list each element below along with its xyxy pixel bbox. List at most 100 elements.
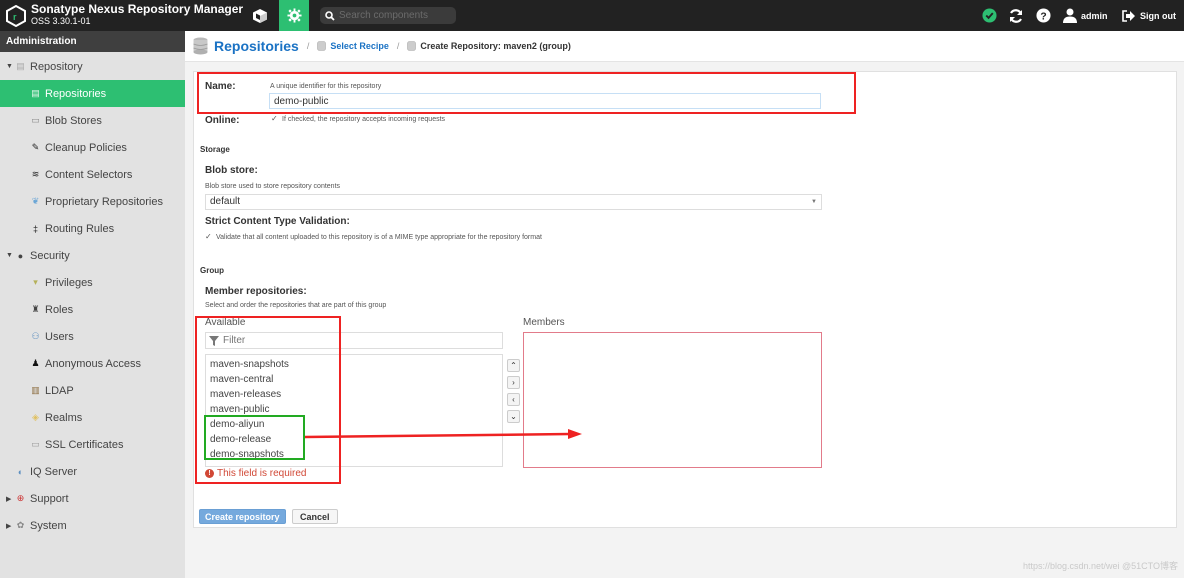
create-repository-button[interactable]: Create repository (199, 509, 286, 524)
breadcrumb-repositories[interactable]: Repositories (214, 38, 299, 54)
search-input[interactable] (339, 10, 449, 21)
chevron-up-icon: ⌃ (510, 361, 517, 370)
caret-down-icon[interactable]: ▼ (6, 63, 15, 70)
username: admin (1081, 10, 1108, 21)
blob-store-label: Blob store: (205, 165, 258, 176)
sidebar-item-label: Security (30, 249, 70, 262)
sidebar-item-label: Proprietary Repositories (45, 195, 163, 208)
sidebar-item-label: Repository (30, 60, 83, 73)
system-status-button[interactable] (982, 0, 997, 31)
brand[interactable]: r Sonatype Nexus Repository Manager OSS … (6, 2, 244, 27)
sidebar-item-iq-server[interactable]: ◐ IQ Server (0, 458, 185, 485)
sidebar-item-label: Blob Stores (45, 114, 102, 127)
search-icon (325, 10, 335, 21)
search-components[interactable] (320, 7, 456, 24)
layers-icon: ≋ (31, 169, 40, 179)
proprietary-icon: ❦ (31, 196, 40, 206)
signpost-icon: ‡ (32, 223, 38, 234)
sidebar: Administration ▼ ▤ Repository ▤ Repositories… (0, 31, 185, 578)
sidebar-item-users[interactable]: ⚇ Users (0, 323, 185, 350)
book-icon: ▥ (31, 385, 40, 395)
sidebar-item-security[interactable]: ▼ ● Security (0, 242, 185, 269)
blob-store-help: Blob store used to store repository cont… (205, 183, 341, 190)
sidebar-item-support[interactable]: ▶ ⊕ Support (0, 485, 185, 512)
database-icon: ▤ (16, 61, 25, 71)
caret-right-icon[interactable]: ▶ (6, 495, 15, 503)
sidebar-item-ssl-certificates[interactable]: ▭ SSL Certificates (0, 431, 185, 458)
sidebar-item-label: Cleanup Policies (45, 141, 127, 154)
strict-validation-label: Strict Content Type Validation: (205, 216, 350, 227)
sidebar-item-label: SSL Certificates (45, 438, 124, 451)
check-circle-icon (982, 8, 997, 23)
sidebar-item-label: Repositories (45, 87, 107, 100)
sidebar-item-label: System (30, 519, 67, 532)
app-title: Sonatype Nexus Repository Manager (31, 2, 244, 16)
sidebar-item-label: Content Selectors (45, 168, 133, 181)
sidebar-item-cleanup-policies[interactable]: ✎ Cleanup Policies (0, 134, 185, 161)
database-icon (193, 37, 208, 55)
breadcrumb: Repositories / Select Recipe / Create Re… (185, 31, 1184, 62)
member-repositories-help: Select and order the repositories that a… (205, 302, 387, 309)
nexus-logo-icon: r (6, 4, 26, 27)
caret-right-icon[interactable]: ▶ (6, 522, 15, 530)
members-list[interactable] (523, 332, 822, 468)
sidebar-item-label: Users (45, 330, 74, 343)
remove-member-button[interactable]: ‹ (507, 393, 520, 406)
sidebar-item-label: Roles (45, 303, 74, 316)
sign-out-button[interactable]: Sign out (1122, 0, 1176, 31)
sidebar-item-blob-stores[interactable]: ▭ Blob Stores (0, 107, 185, 134)
sidebar-item-proprietary-repositories[interactable]: ❦ Proprietary Repositories (0, 188, 185, 215)
sidebar-item-anonymous-access[interactable]: ♟ Anonymous Access (0, 350, 185, 377)
sign-out-icon (1122, 9, 1135, 22)
member-repositories-label: Member repositories: (205, 286, 307, 297)
database-icon: ▤ (31, 88, 40, 98)
move-up-button[interactable]: ⌃ (507, 359, 520, 372)
chevron-right-icon: › (512, 378, 515, 387)
group-section-title: Group (200, 266, 224, 275)
sidebar-item-content-selectors[interactable]: ≋ Content Selectors (0, 161, 185, 188)
breadcrumb-separator: / (306, 41, 310, 51)
sidebar-item-repositories[interactable]: ▤ Repositories (0, 80, 185, 107)
chevron-down-icon: ⌄ (510, 412, 517, 421)
sidebar-item-roles[interactable]: ♜ Roles (0, 296, 185, 323)
drive-icon: ▭ (31, 115, 40, 125)
online-checkbox[interactable]: ✓ If checked, the repository accepts inc… (271, 115, 445, 123)
sidebar-item-label: IQ Server (30, 465, 78, 478)
security-icon: ● (17, 250, 24, 261)
sidebar-item-routing-rules[interactable]: ‡ Routing Rules (0, 215, 185, 242)
help-button[interactable]: ? (1036, 0, 1051, 31)
caret-down-icon[interactable]: ▼ (6, 252, 15, 259)
online-label: Online: (205, 115, 240, 126)
sidebar-item-privileges[interactable]: ▾ Privileges (0, 269, 185, 296)
refresh-button[interactable] (1008, 0, 1024, 31)
cube-icon (253, 8, 267, 23)
user-menu[interactable]: admin (1063, 0, 1108, 31)
sidebar-item-label: Realms (45, 411, 83, 424)
gear-icon (286, 8, 302, 23)
help-icon: ? (1036, 8, 1051, 23)
watermark: https://blog.csdn.net/wei @51CTO博客 (1022, 561, 1178, 571)
breadcrumb-select-recipe[interactable]: Select Recipe (330, 41, 389, 51)
breadcrumb-separator: / (396, 41, 400, 51)
sidebar-item-realms[interactable]: ◈ Realms (0, 404, 185, 431)
blob-store-value: default (210, 196, 241, 207)
blob-store-select[interactable]: default ▼ (205, 194, 822, 210)
checkbox-checked-icon: ✓ (271, 114, 278, 123)
administration-button[interactable] (279, 0, 309, 31)
strict-validation-checkbox[interactable]: ✓ Validate that all content uploaded to … (205, 233, 542, 241)
annotation-demo-repos-highlight (204, 415, 305, 460)
sidebar-item-label: Routing Rules (45, 222, 115, 235)
dropdown-arrow-icon: ▼ (811, 199, 817, 205)
cancel-button[interactable]: Cancel (292, 509, 338, 524)
add-member-button[interactable]: › (507, 376, 520, 389)
chevron-left-icon: ‹ (512, 395, 515, 404)
browse-button[interactable] (248, 0, 272, 31)
move-down-button[interactable]: ⌄ (507, 410, 520, 423)
sidebar-item-repository[interactable]: ▼ ▤ Repository (0, 53, 185, 80)
user-icon (1063, 8, 1077, 23)
sidebar-item-system[interactable]: ▶ ✿ System (0, 512, 185, 539)
users-icon: ⚇ (31, 331, 40, 341)
sidebar-item-label: Support (30, 492, 69, 505)
sidebar-item-ldap[interactable]: ▥ LDAP (0, 377, 185, 404)
sidebar-header: Administration (0, 31, 185, 52)
